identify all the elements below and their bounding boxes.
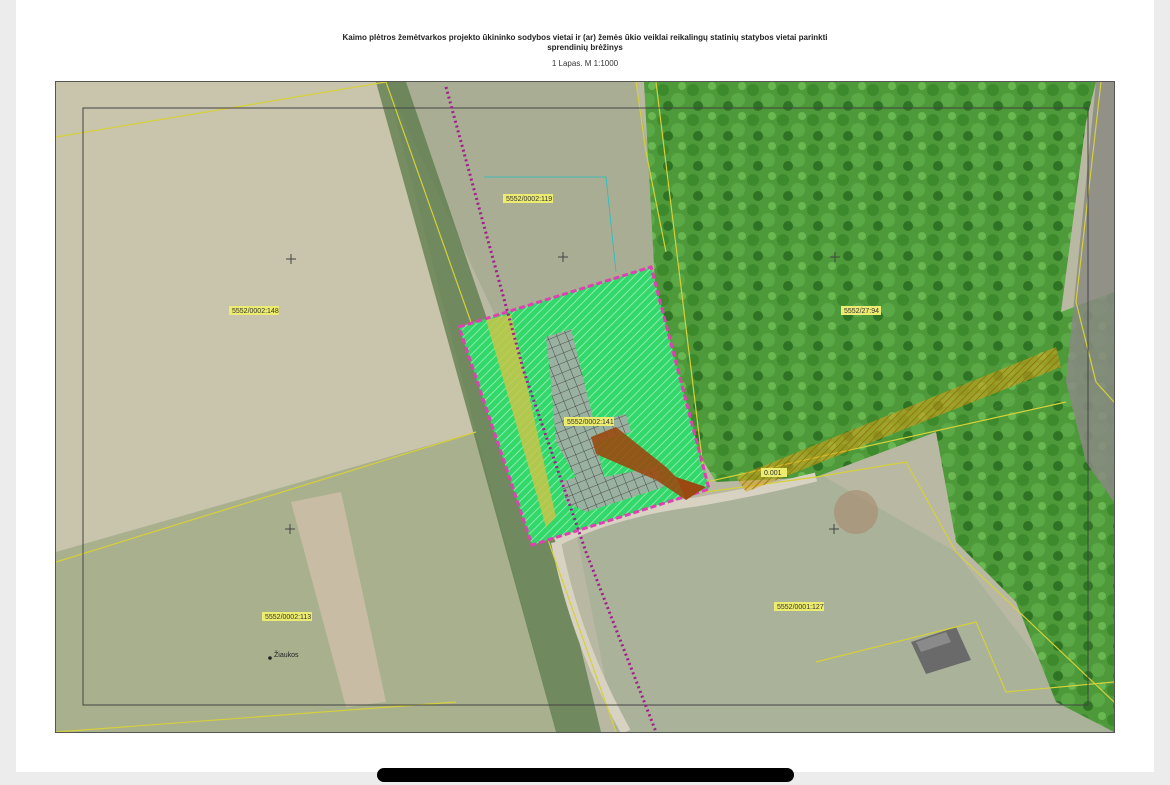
orthophoto-map: 5552/0002:148 5552/0002:119 5552/27:94 5… — [55, 81, 1115, 733]
place-label: Žiaukos — [274, 650, 299, 659]
sheet-scale-label: 1 Lapas. M 1:1000 — [551, 59, 619, 68]
parcel-label-119: 5552/0002:119 — [506, 196, 552, 203]
parcel-label-94: 5552/27:94 — [844, 308, 879, 315]
parcel-label-148: 5552/0002:148 — [232, 308, 279, 315]
parcel-label-141: 5552/0002:141 — [567, 419, 614, 426]
drawing-title-line-2: sprendinių brėžinys — [547, 43, 623, 52]
road-label: 0.001 — [764, 470, 782, 477]
parcel-label-113: 5552/0002:113 — [265, 614, 311, 621]
yard — [834, 490, 878, 534]
drawing-title: Kaimo plėtros žemėtvarkos projekto ūkini… — [16, 33, 1154, 53]
place-marker — [268, 656, 272, 660]
parcel-label-127: 5552/0001:127 — [777, 604, 824, 611]
drawing-title-line-1: Kaimo plėtros žemėtvarkos projekto ūkini… — [342, 33, 828, 42]
home-indicator-bar[interactable] — [377, 768, 794, 782]
